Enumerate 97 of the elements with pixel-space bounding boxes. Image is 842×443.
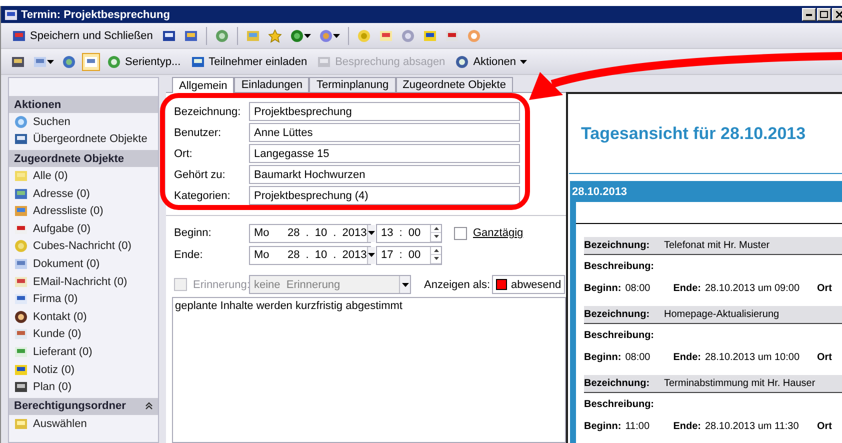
field-label: Beginn: — [584, 420, 622, 432]
field-label: Gehört zu: — [174, 168, 226, 180]
start-time: 11:00 — [625, 420, 651, 432]
field-label: Benutzer: — [174, 126, 222, 138]
text-field[interactable]: Baumarkt Hochwurzen — [249, 165, 520, 184]
section-title: Berechtigungsordner — [14, 400, 126, 412]
tab[interactable]: Terminplanung — [309, 77, 396, 92]
show-as-dropdown[interactable]: abwesend — [492, 275, 565, 294]
sidebar-item[interactable]: Adresse (0) — [9, 184, 158, 202]
appointment-name: Telefonat mit Hr. Muster — [664, 240, 770, 251]
caret-icon — [520, 60, 527, 64]
sidebar-item[interactable]: Kunde (0) — [9, 326, 158, 344]
toolbar-button[interactable]: Serientyp... — [104, 52, 184, 70]
save-close-button[interactable]: Speichern und Schließen — [9, 26, 156, 44]
day-header: 28.10.2013 — [572, 184, 628, 200]
close-button[interactable] — [832, 8, 842, 21]
field-label: Beginn: — [584, 282, 622, 294]
text-field[interactable]: Projektbesprechung — [249, 102, 520, 121]
minimize-icon — [806, 14, 812, 16]
tab[interactable]: Allgemein — [172, 77, 234, 93]
caret-icon — [368, 231, 375, 235]
tab[interactable]: Zugeordnete Objekte — [396, 77, 513, 92]
star-button[interactable] — [266, 26, 284, 44]
up-arrow-icon[interactable] — [434, 248, 438, 252]
field-label: Ende: — [174, 249, 204, 261]
window-title: Termin: Projektbesprechung — [21, 8, 170, 20]
field-label: Bezeichnung: — [584, 240, 651, 251]
toolbar-button[interactable]: Teilnehmer einladen — [188, 52, 310, 70]
maximize-button[interactable] — [817, 8, 831, 21]
sidebar-item[interactable]: EMail-Nachricht (0) — [9, 272, 158, 290]
time-field[interactable]: 13 : 00 — [376, 224, 442, 242]
sidebar-item[interactable]: Firma (0) — [9, 290, 158, 308]
field-label: Ort — [817, 352, 832, 362]
maximize-icon — [820, 11, 828, 18]
caret-icon — [304, 34, 311, 38]
field-label: Beschreibung: — [584, 330, 654, 340]
field-label: Beginn: — [174, 227, 212, 239]
start-time: 08:00 — [625, 352, 652, 362]
field-label: Bezeichnung: — [584, 378, 651, 389]
down-arrow-icon[interactable] — [434, 235, 438, 238]
field-label: Beschreibung: — [584, 260, 654, 272]
up-arrow-icon[interactable] — [434, 226, 438, 230]
sidebar-item[interactable]: Dokument (0) — [9, 255, 158, 273]
field-label: Ort — [817, 420, 832, 432]
field-label: Ort — [817, 282, 832, 294]
field-label: Anzeigen als: — [424, 278, 492, 290]
field-label: Bezeichnung: — [174, 106, 242, 118]
section-title: Zugeordnete Objekte — [14, 152, 124, 165]
checkbox-label: Erinnerung: — [192, 278, 249, 290]
field-label: Bezeichnung: — [584, 309, 651, 320]
minimize-button[interactable] — [802, 8, 816, 21]
notes-field[interactable]: geplante Inhalte werden kurzfristig abgestimmt — [172, 297, 566, 443]
star-icon — [268, 28, 282, 42]
end-time: 28.10.2013 um 10:00 — [705, 352, 801, 362]
sidebar-item[interactable]: Lieferant (0) — [9, 343, 158, 361]
field-label: Ende: — [673, 352, 701, 362]
close-icon — [836, 11, 842, 18]
appointment-name: Homepage-Aktualisierung — [664, 309, 780, 320]
sidebar-item[interactable]: Notiz (0) — [9, 360, 158, 378]
caret-icon — [402, 282, 408, 286]
section-header[interactable]: Aktionen — [9, 96, 158, 113]
end-time: 28.10.2013 um 11:30 — [705, 420, 800, 432]
checkbox-label: Ganztägig — [473, 227, 524, 239]
text-field[interactable]: Projektbesprechung (4) — [249, 186, 520, 205]
sidebar-item[interactable]: Kontakt (0) — [9, 308, 158, 326]
time-field[interactable]: 17 : 00 — [376, 246, 442, 264]
section-header[interactable]: Zugeordnete Objekte — [9, 150, 158, 168]
down-arrow-icon[interactable] — [434, 257, 438, 260]
field-label: Beginn: — [584, 352, 622, 362]
collapse-icon[interactable] — [145, 402, 153, 410]
text-field[interactable]: Anne Lüttes — [249, 123, 520, 142]
text-field[interactable]: Langegasse 15 — [249, 144, 520, 163]
tab[interactable]: Einladungen — [234, 77, 310, 92]
sidebar-item[interactable]: Plan (0) — [9, 378, 158, 396]
section-title: Aktionen — [14, 98, 62, 110]
caret-icon — [47, 60, 54, 64]
field-label: Beschreibung: — [584, 398, 654, 410]
sidebar-item[interactable]: Cubes-Nachricht (0) — [9, 238, 158, 256]
caret-icon — [332, 34, 340, 38]
section-header[interactable]: Berechtigungsordner — [9, 398, 158, 415]
sidebar-item[interactable]: Auswählen — [9, 414, 158, 432]
field-label: Ort: — [174, 148, 194, 160]
sidebar-item[interactable]: Übergeordnete Objekte — [9, 130, 158, 148]
caret-icon — [368, 253, 375, 257]
field-label: Ende: — [673, 420, 701, 432]
sidebar-item[interactable]: Aufgabe (0) — [9, 220, 158, 238]
toolbar-button[interactable]: Aktionen — [452, 52, 530, 70]
end-time: 28.10.2013 um 09:00 — [705, 282, 801, 294]
checkbox[interactable] — [454, 226, 467, 240]
sidebar-item[interactable]: Suchen — [9, 113, 158, 131]
sidebar-item[interactable]: Adressliste (0) — [9, 202, 158, 220]
start-time: 08:00 — [625, 282, 652, 294]
appointment-name: Terminabstimmung mit Hr. Hauser — [664, 378, 816, 389]
field-label: Kategorien: — [174, 190, 232, 202]
sidebar-item[interactable]: Alle (0) — [9, 167, 158, 185]
field-label: Ende: — [673, 282, 701, 294]
report-title: Tagesansicht für 28.10.2013 — [581, 124, 807, 144]
